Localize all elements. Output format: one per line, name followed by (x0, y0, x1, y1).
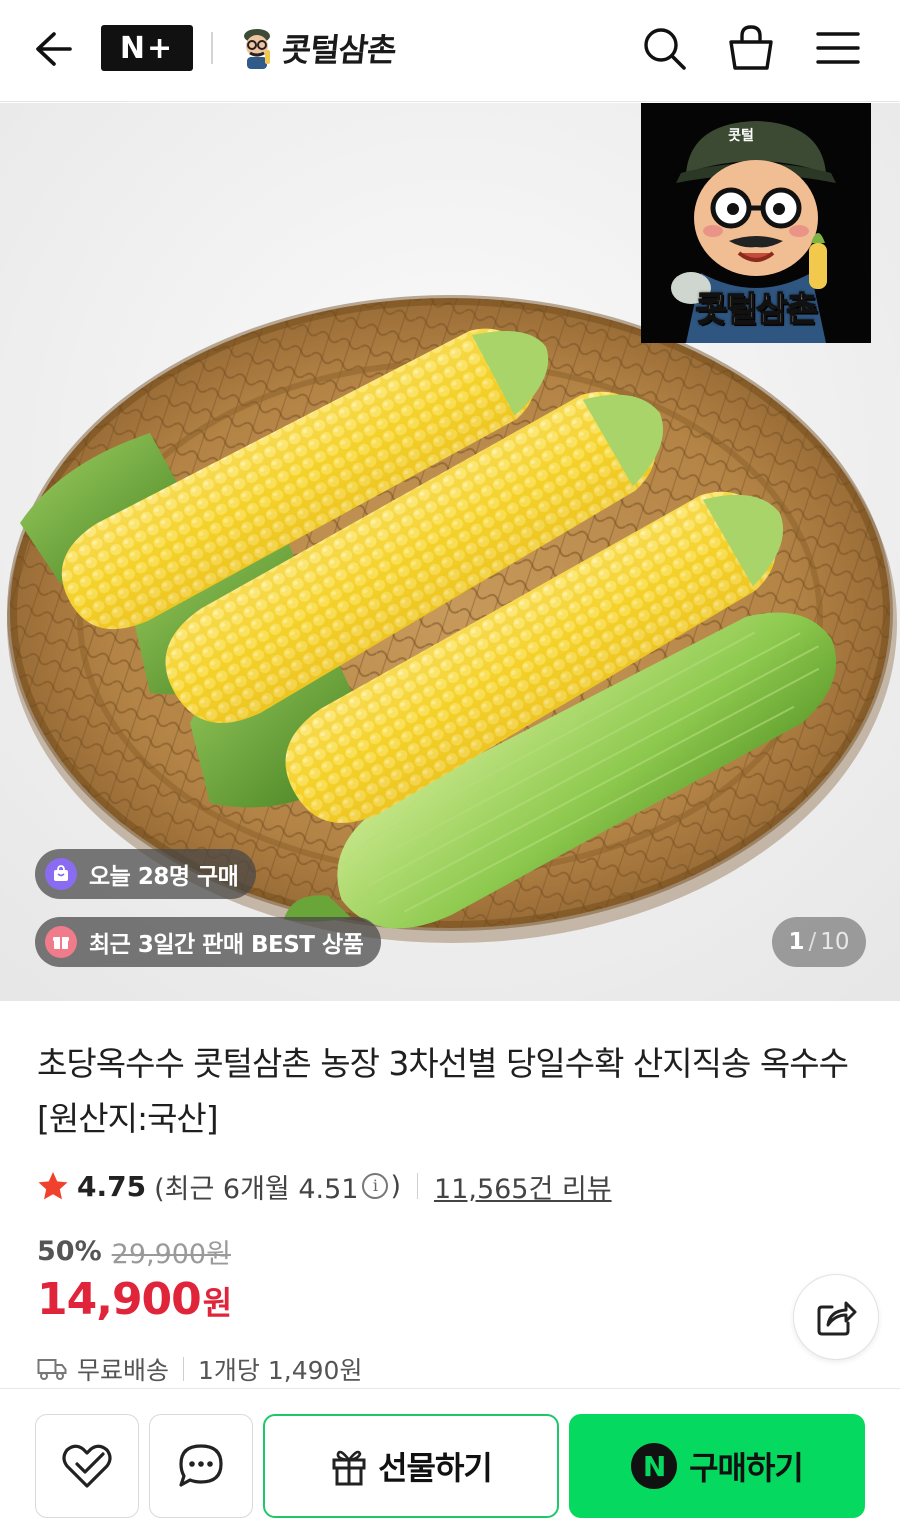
heart-check-icon (62, 1444, 112, 1488)
gift-button[interactable]: 선물하기 (263, 1414, 559, 1518)
star-icon (38, 1172, 68, 1200)
counter-separator: / (808, 929, 817, 955)
chat-bubble-icon (179, 1444, 223, 1487)
logo-text: 콧털삼촌 (695, 289, 819, 331)
delivery-truck-icon (37, 1359, 67, 1380)
discount-row: 50% 29,900원 (37, 1232, 231, 1271)
bottom-action-bar: 선물하기 N 구매하기 (0, 1388, 900, 1532)
cart-button[interactable] (725, 22, 777, 74)
share-button[interactable] (793, 1274, 879, 1360)
hamburger-menu-icon (816, 32, 860, 64)
naver-plus-badge[interactable]: N+ (101, 25, 193, 71)
price-currency: 원 (202, 1284, 233, 1322)
sale-price: 14,900 원 (37, 1274, 232, 1325)
counter-current: 1 (788, 929, 805, 955)
original-price: 29,900원 (111, 1239, 231, 1270)
best-seller-text: 최근 3일간 판매 BEST 상품 (89, 932, 364, 958)
gift-box-badge-icon (45, 926, 77, 958)
buy-button[interactable]: N 구매하기 (569, 1414, 865, 1518)
image-page-counter: 1 / 10 (772, 917, 866, 967)
recent-rating-close: ) (390, 1170, 401, 1202)
info-icon[interactable]: i (362, 1173, 389, 1199)
unit-price-text: 1개당 1,490원 (198, 1356, 363, 1385)
back-arrow-icon (36, 32, 72, 66)
recent-rating-text: (최근 6개월 4.51 (154, 1173, 359, 1205)
gift-icon (332, 1450, 366, 1486)
search-button[interactable] (638, 22, 690, 74)
best-seller-badge: 최근 3일간 판매 BEST 상품 (35, 917, 382, 967)
menu-button[interactable] (812, 22, 864, 74)
gift-button-label: 선물하기 (378, 1449, 493, 1487)
buy-button-label: 구매하기 (689, 1449, 804, 1487)
shopping-bag-badge-icon (45, 858, 77, 890)
search-icon (644, 28, 686, 70)
counter-total: 10 (820, 929, 850, 955)
shopping-bag-icon (729, 25, 773, 70)
shipping-text: 무료배송 (77, 1356, 170, 1385)
shipping-divider (183, 1357, 185, 1381)
naver-pay-icon: N (631, 1443, 678, 1489)
price-value: 14,900 (37, 1274, 202, 1325)
product-image-carousel[interactable]: 콧털 콧털삼촌 오늘 28명 구매 최근 3일간 판매 BEST 상품 1 / … (0, 103, 900, 1001)
today-purchase-text: 오늘 28명 구매 (89, 864, 239, 890)
wishlist-button[interactable] (35, 1414, 139, 1518)
rating-row: 4.75 (최근 6개월 4.51 i ) 11,565건 리뷰 (37, 1166, 612, 1206)
store-logo-badge: 콧털 콧털삼촌 (641, 103, 871, 343)
store-link[interactable]: 콧털삼촌 (238, 24, 398, 72)
header-divider (211, 32, 213, 64)
store-avatar-icon (238, 26, 276, 70)
shipping-row: 무료배송 1개당 1,490원 (37, 1350, 362, 1388)
discount-rate: 50% (37, 1236, 102, 1267)
rating-divider (417, 1173, 418, 1199)
share-icon (817, 1301, 857, 1336)
top-header: N+ 콧털삼촌 (0, 0, 900, 102)
review-count-link[interactable]: 11,565건 리뷰 (434, 1167, 612, 1206)
logo-hat-text: 콧털 (728, 128, 754, 144)
product-title: 초당옥수수 콧털삼촌 농장 3차선별 당일수확 산지직송 옥수수 [원산지:국산… (37, 1044, 849, 1138)
today-purchase-badge: 오늘 28명 구매 (35, 849, 257, 899)
back-button[interactable] (30, 26, 76, 72)
talk-talk-button[interactable] (149, 1414, 253, 1518)
store-name: 콧털삼촌 (279, 31, 398, 69)
rating-value: 4.75 (77, 1169, 147, 1203)
